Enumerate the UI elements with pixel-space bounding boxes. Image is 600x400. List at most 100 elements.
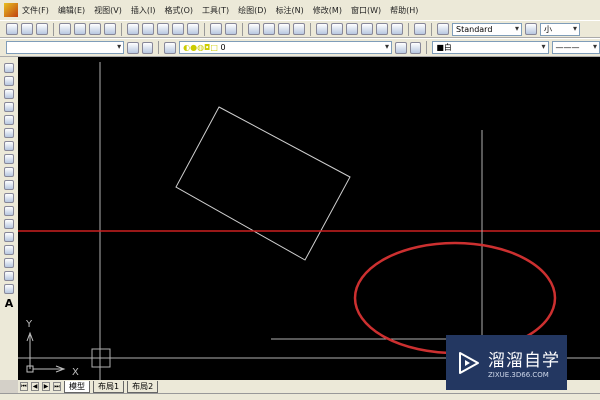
menu-insert[interactable]: 插入(I) xyxy=(131,5,156,16)
rectangle-icon[interactable] xyxy=(4,115,14,125)
color-swatch-icon: ■ xyxy=(436,43,444,52)
open-icon[interactable] xyxy=(21,23,33,35)
menu-view[interactable]: 视图(V) xyxy=(94,5,122,16)
paste-icon[interactable] xyxy=(157,23,169,35)
dim-style-value: 小 xyxy=(544,24,552,34)
make-block-icon[interactable] xyxy=(4,219,14,229)
help-icon[interactable] xyxy=(414,23,426,35)
text-style-icon xyxy=(437,23,449,35)
zoom-previous-icon[interactable] xyxy=(293,23,305,35)
dim-style-icon xyxy=(525,23,537,35)
text-style-value: Standard xyxy=(456,24,493,34)
save-icon[interactable] xyxy=(36,23,48,35)
menu-file[interactable]: 文件(F) xyxy=(22,5,49,16)
new-icon[interactable] xyxy=(6,23,18,35)
match-properties-icon[interactable] xyxy=(172,23,184,35)
layers-toolbar: ◐●◍◘□ 0 ■白 ——— xyxy=(0,38,600,57)
polyline-icon[interactable] xyxy=(4,89,14,99)
construction-line-icon[interactable] xyxy=(4,76,14,86)
tool-palettes-icon[interactable] xyxy=(346,23,358,35)
menu-window[interactable]: 窗口(W) xyxy=(351,5,381,16)
pan-icon[interactable] xyxy=(248,23,260,35)
preview-icon[interactable] xyxy=(74,23,86,35)
dim-style-select[interactable]: 小 xyxy=(540,22,580,36)
redo-icon[interactable] xyxy=(225,23,237,35)
hatch-icon[interactable] xyxy=(4,245,14,255)
play-logo-icon xyxy=(459,351,479,374)
copy-icon[interactable] xyxy=(142,23,154,35)
menu-tools[interactable]: 工具(T) xyxy=(202,5,229,16)
color-value: 白 xyxy=(443,43,452,52)
last-tab-button[interactable]: ⏭ xyxy=(53,382,61,391)
layer-previous-icon[interactable] xyxy=(409,41,422,54)
insert-block-icon[interactable] xyxy=(4,206,14,216)
menu-modify[interactable]: 修改(M) xyxy=(313,5,342,16)
layer-name: 0 xyxy=(220,43,226,52)
status-bar xyxy=(0,393,600,400)
draw-toolbar: A xyxy=(0,57,18,380)
menu-help[interactable]: 帮助(H) xyxy=(390,5,418,16)
standard-toolbar: Standard 小 xyxy=(0,20,600,38)
calculator-icon[interactable] xyxy=(391,23,403,35)
brush-icon[interactable] xyxy=(187,23,199,35)
separator xyxy=(158,41,160,54)
first-tab-button[interactable]: ⏮ xyxy=(20,382,28,391)
region-icon[interactable] xyxy=(4,271,14,281)
zoom-realtime-icon[interactable] xyxy=(263,23,275,35)
app-logo-icon xyxy=(4,3,18,17)
separator xyxy=(431,22,432,36)
watermark: 溜溜自学 ZIXUE.3D66.COM xyxy=(446,335,567,390)
color-select[interactable]: ■ 白 xyxy=(432,41,549,54)
tab-layout1[interactable]: 布局1 xyxy=(93,380,125,393)
rotated-rectangle[interactable] xyxy=(175,106,351,261)
drawing-canvas[interactable]: Y X xyxy=(18,57,600,380)
tab-model[interactable]: 模型 xyxy=(64,380,90,393)
layer-select[interactable]: ◐●◍◘□ 0 xyxy=(179,41,392,54)
gradient-icon[interactable] xyxy=(4,258,14,268)
prev-tab-button[interactable]: ◀ xyxy=(31,382,39,391)
next-tab-button[interactable]: ▶ xyxy=(42,382,50,391)
print-icon[interactable] xyxy=(59,23,71,35)
mtext-icon[interactable]: A xyxy=(5,297,14,310)
layer-manager-icon[interactable] xyxy=(164,41,177,54)
linetype-select[interactable]: ——— xyxy=(551,41,600,54)
layer-icon[interactable] xyxy=(141,41,154,54)
ellipse-icon[interactable] xyxy=(4,180,14,190)
make-current-icon[interactable] xyxy=(395,41,407,54)
circle-icon[interactable] xyxy=(4,141,14,151)
cut-icon[interactable] xyxy=(127,23,139,35)
watermark-name: 溜溜自学 xyxy=(488,351,560,371)
line-icon[interactable] xyxy=(4,63,14,73)
workspace-settings-icon[interactable] xyxy=(127,41,139,54)
menu-dimension[interactable]: 标注(N) xyxy=(276,5,304,16)
design-center-icon[interactable] xyxy=(331,23,343,35)
ucs-icon xyxy=(26,331,66,373)
workspace-select[interactable] xyxy=(6,41,125,54)
publish-icon[interactable] xyxy=(89,23,101,35)
polygon-icon[interactable] xyxy=(4,102,14,112)
separator xyxy=(53,22,54,36)
undo-icon[interactable] xyxy=(210,23,222,35)
ucs-y-label: Y xyxy=(25,319,33,330)
sheet-set-icon[interactable] xyxy=(361,23,373,35)
zoom-window-icon[interactable] xyxy=(278,23,290,35)
ellipse-arc-icon[interactable] xyxy=(4,193,14,203)
web-icon[interactable] xyxy=(104,23,116,35)
arc-icon[interactable] xyxy=(4,128,14,138)
table-icon[interactable] xyxy=(4,284,14,294)
properties-icon[interactable] xyxy=(316,23,328,35)
ucs-x-label: X xyxy=(72,367,79,378)
menu-bar: 文件(F) 编辑(E) 视图(V) 插入(I) 格式(O) 工具(T) 绘图(D… xyxy=(0,0,600,20)
spline-icon[interactable] xyxy=(4,167,14,177)
text-style-select[interactable]: Standard xyxy=(452,22,522,36)
revision-cloud-icon[interactable] xyxy=(4,154,14,164)
watermark-url: ZIXUE.3D66.COM xyxy=(488,371,549,379)
separator xyxy=(408,22,409,36)
menu-draw[interactable]: 绘图(D) xyxy=(238,5,266,16)
menu-format[interactable]: 格式(O) xyxy=(164,5,193,16)
point-icon[interactable] xyxy=(4,232,14,242)
markup-icon[interactable] xyxy=(376,23,388,35)
menu-edit[interactable]: 编辑(E) xyxy=(58,5,85,16)
separator xyxy=(204,22,205,36)
tab-layout2[interactable]: 布局2 xyxy=(127,380,159,393)
